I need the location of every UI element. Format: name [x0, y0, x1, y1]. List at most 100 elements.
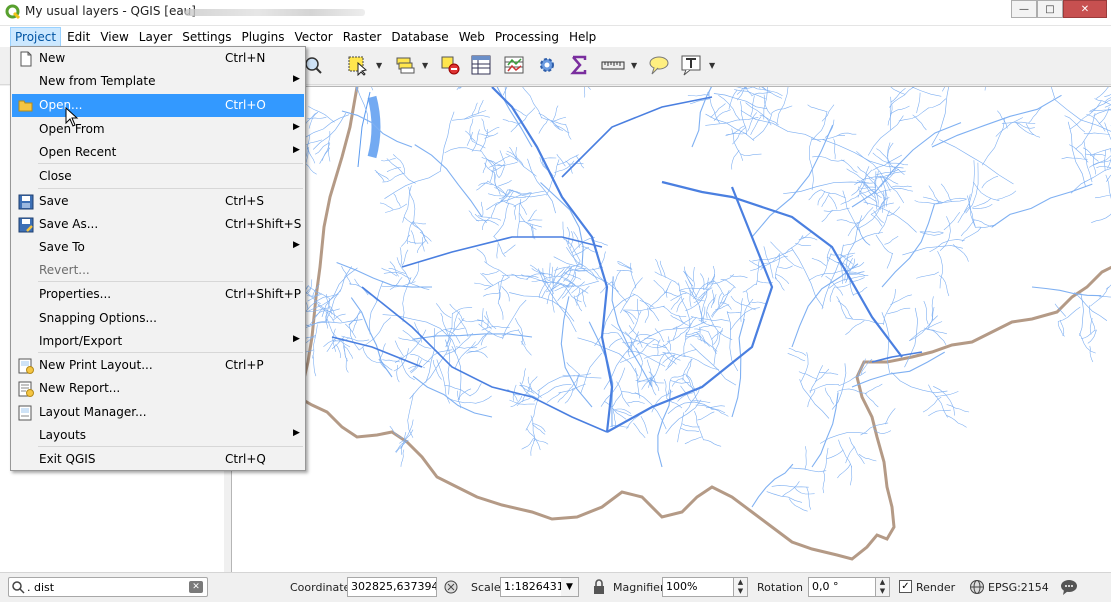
coordinate-field[interactable]: 302825,6373948: [347, 577, 437, 597]
field-calculator-icon[interactable]: [501, 52, 527, 78]
stream-line: [973, 219, 993, 228]
text-annotation-icon[interactable]: [678, 52, 704, 78]
menu-database[interactable]: Database: [387, 28, 452, 46]
stream-line: [939, 139, 1014, 185]
window-title: My usual layers - QGIS [eau]: [25, 4, 196, 18]
menu-processing[interactable]: Processing: [491, 28, 563, 46]
stream-line: [483, 292, 501, 297]
stream-line: [729, 275, 748, 279]
stream-line: [1081, 329, 1096, 339]
menu-help[interactable]: Help: [565, 28, 600, 46]
lock-scale-icon[interactable]: [592, 579, 606, 595]
stream-line: [511, 273, 529, 280]
menu-item-layout-manager[interactable]: Layout Manager...: [12, 401, 304, 424]
menu-item-new-report[interactable]: New Report...: [12, 377, 304, 400]
stream-line: [532, 438, 549, 445]
menu-item-save-to[interactable]: Save To ▶: [12, 236, 304, 259]
clear-icon[interactable]: ✕: [189, 581, 203, 593]
messages-icon[interactable]: [1060, 578, 1078, 596]
menu-edit[interactable]: Edit: [63, 28, 94, 46]
attribute-table-stack-icon[interactable]: [392, 52, 418, 78]
stream-line: [608, 338, 622, 348]
stream-line: [763, 94, 771, 115]
stream-line: [505, 153, 537, 177]
menu-item-new-from-template[interactable]: New from Template ▶: [12, 70, 304, 93]
open-attribute-table-icon[interactable]: [468, 52, 494, 78]
stream-line: [922, 196, 943, 203]
menu-item-open[interactable]: Open... Ctrl+O: [12, 94, 304, 117]
menu-item-close[interactable]: Close: [12, 165, 304, 188]
stream-line: [685, 280, 704, 323]
stream-line: [943, 212, 961, 231]
stream-line: [615, 410, 633, 417]
deselect-features-icon[interactable]: [437, 52, 463, 78]
menu-item-revert[interactable]: Revert...: [12, 259, 304, 282]
menu-item-save[interactable]: Save Ctrl+S: [12, 190, 304, 213]
chevron-down-icon[interactable]: ▼: [422, 61, 430, 70]
menu-item-shortcut: Ctrl+N: [225, 51, 266, 65]
toggle-extents-mouse-icon[interactable]: [442, 578, 460, 596]
map-canvas[interactable]: [231, 86, 1111, 572]
menu-item-open-from[interactable]: Open From ▶: [12, 118, 304, 141]
chevron-down-icon[interactable]: ▼: [376, 61, 384, 70]
stream-line: [923, 327, 947, 335]
menu-plugins[interactable]: Plugins: [237, 28, 288, 46]
chevron-down-icon[interactable]: ▼: [709, 61, 717, 70]
stream-line: [1089, 159, 1111, 168]
stream-line: [499, 150, 506, 165]
stream-line: [825, 275, 844, 296]
render-checkbox[interactable]: ✓: [899, 580, 912, 593]
stream-line: [412, 262, 419, 283]
stream-line: [863, 201, 917, 233]
close-window-button[interactable]: ✕: [1063, 0, 1107, 18]
menu-raster[interactable]: Raster: [339, 28, 386, 46]
chevron-down-icon[interactable]: ▼: [561, 577, 579, 597]
rotation-field[interactable]: 0,0 °: [808, 577, 876, 597]
magnifier-spinner[interactable]: ▲ ▼: [734, 577, 748, 597]
menu-item-new[interactable]: New Ctrl+N: [12, 47, 304, 70]
menu-item-import-export[interactable]: Import/Export ▶: [12, 330, 304, 353]
maximize-button[interactable]: □: [1037, 0, 1063, 18]
processing-toolbox-gear-icon[interactable]: [534, 52, 560, 78]
menu-project[interactable]: Project: [10, 26, 62, 47]
menu-web[interactable]: Web: [455, 28, 489, 46]
stream-line: [476, 219, 499, 226]
map-tips-icon[interactable]: [645, 52, 671, 78]
stream-line: [806, 487, 812, 510]
locator-input[interactable]: [27, 580, 177, 594]
menu-item-layouts[interactable]: Layouts ▶: [12, 424, 304, 447]
rotation-spinner[interactable]: ▲ ▼: [876, 577, 890, 597]
crs-label[interactable]: EPSG:2154: [988, 581, 1049, 594]
select-features-icon[interactable]: [345, 52, 371, 78]
menu-item-open-recent[interactable]: Open Recent ▶: [12, 141, 304, 164]
stream-line: [957, 206, 971, 224]
magnifier-field[interactable]: 100%: [662, 577, 734, 597]
menu-item-save-as[interactable]: Save As... Ctrl+Shift+S: [12, 213, 304, 236]
menu-item-new-print-layout[interactable]: New Print Layout... Ctrl+P: [12, 354, 304, 377]
major-river-line: [606, 186, 774, 433]
measure-ruler-icon[interactable]: [600, 52, 626, 78]
scale-field[interactable]: 1:1826431: [500, 577, 562, 597]
minimize-button[interactable]: —: [1011, 0, 1037, 18]
stream-line: [476, 248, 487, 263]
menu-layer[interactable]: Layer: [135, 28, 176, 46]
menu-view[interactable]: View: [96, 28, 132, 46]
stream-line: [1025, 123, 1041, 138]
blurred-title-text: [185, 9, 365, 16]
stream-line: [1096, 166, 1111, 168]
stream-line: [335, 344, 341, 359]
chevron-down-icon[interactable]: ▼: [631, 61, 639, 70]
menu-settings[interactable]: Settings: [178, 28, 235, 46]
stream-line: [384, 171, 440, 199]
menu-item-label: Properties...: [39, 287, 112, 301]
statistical-summary-sigma-icon[interactable]: [566, 52, 592, 78]
menu-vector[interactable]: Vector: [290, 28, 336, 46]
menu-item-properties[interactable]: Properties... Ctrl+Shift+P: [12, 283, 304, 306]
locator-bar[interactable]: ✕: [8, 577, 208, 597]
menu-item-shortcut: Ctrl+P: [225, 358, 264, 372]
menu-item-exit-qgis[interactable]: Exit QGIS Ctrl+Q: [12, 448, 304, 471]
crs-globe-icon[interactable]: [969, 579, 985, 595]
stream-line: [928, 185, 940, 204]
stream-line: [639, 300, 655, 308]
menu-item-snapping-options[interactable]: Snapping Options...: [12, 307, 304, 330]
